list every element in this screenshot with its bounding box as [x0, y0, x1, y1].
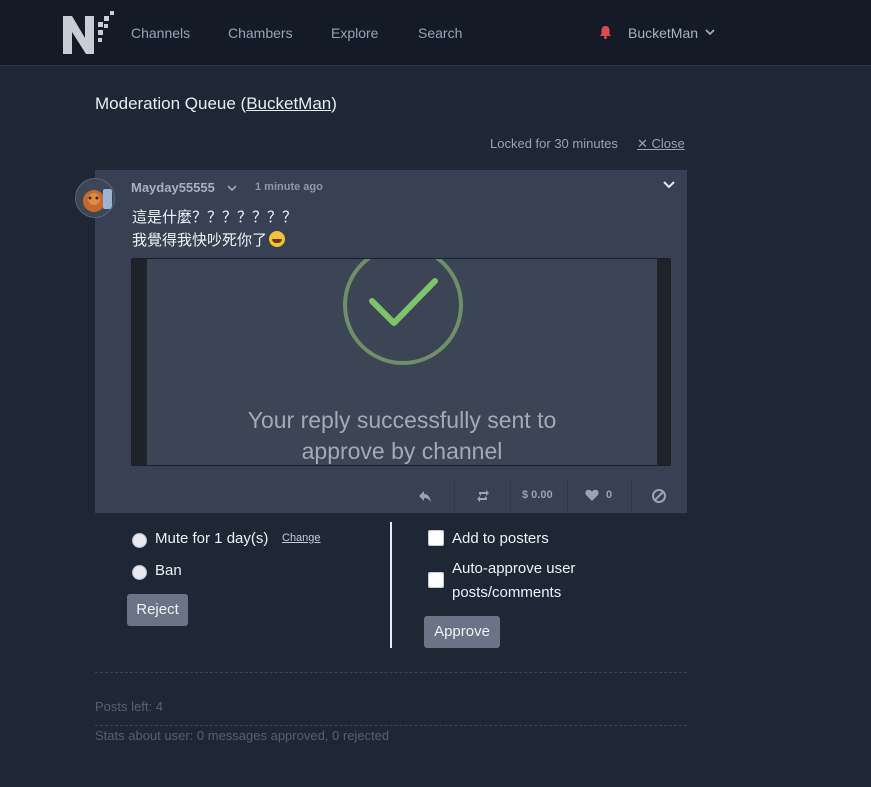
post-text-line-1: 這是什麼？？？？？？？: [132, 208, 298, 226]
notification-bell-icon[interactable]: [599, 25, 612, 39]
nav-explore[interactable]: Explore: [331, 25, 378, 41]
block-icon[interactable]: [651, 488, 667, 504]
image-text-line-2: approve by channel: [301, 438, 503, 464]
change-mute-duration-link[interactable]: Change: [282, 532, 321, 544]
reject-button[interactable]: Reject: [127, 594, 188, 626]
avatar-image: [76, 179, 114, 217]
post-menu-chevron-icon[interactable]: [662, 180, 676, 190]
nav-search[interactable]: Search: [418, 25, 462, 41]
success-check-icon: [343, 259, 463, 365]
lock-status: Locked for 30 minutes: [490, 136, 618, 151]
reply-icon[interactable]: [417, 487, 433, 505]
post-image-content: Your reply successfully sent to approve …: [147, 259, 657, 465]
mute-label: Mute for 1 day(s): [155, 530, 269, 547]
post-text-line-2: 我覺得我快吵死你了: [132, 229, 286, 250]
options-divider: [390, 522, 392, 648]
add-to-posters-label: Add to posters: [452, 530, 549, 547]
auto-approve-checkbox[interactable]: [428, 572, 444, 588]
user-stats: Stats about user: 0 messages approved, 0…: [95, 728, 390, 743]
author-chevron-down-icon[interactable]: [227, 184, 237, 192]
image-text-line-1: Your reply successfully sent to: [247, 407, 557, 433]
laughing-emoji-icon: [269, 231, 286, 247]
action-separator: [510, 478, 511, 514]
posts-left: Posts left: 4: [95, 699, 163, 714]
nav-channels[interactable]: Channels: [131, 25, 190, 41]
user-menu-name[interactable]: BucketMan: [628, 25, 698, 41]
nav-chambers[interactable]: Chambers: [228, 25, 293, 41]
mute-radio[interactable]: [132, 533, 147, 548]
ban-radio[interactable]: [132, 565, 147, 580]
divider: [95, 725, 687, 726]
close-button[interactable]: ✕ Close: [637, 136, 685, 152]
avatar[interactable]: [75, 178, 115, 218]
post-text-line-2-text: 我覺得我快吵死你了: [132, 231, 268, 249]
post-image[interactable]: Your reply successfully sent to approve …: [131, 258, 671, 466]
title-prefix: Moderation Queue (: [95, 94, 247, 113]
top-nav: Channels Chambers Explore Search BucketM…: [0, 0, 871, 66]
post-author[interactable]: Mayday55555: [131, 180, 215, 195]
ban-label: Ban: [155, 562, 182, 579]
tip-amount[interactable]: $ 0.00: [522, 489, 553, 507]
approve-button[interactable]: Approve: [424, 616, 500, 648]
page-title: Moderation Queue (BucketMan): [95, 94, 337, 114]
chevron-down-icon[interactable]: [705, 27, 715, 37]
title-suffix: ): [331, 94, 337, 113]
add-to-posters-checkbox[interactable]: [428, 530, 444, 546]
action-separator: [454, 478, 455, 514]
action-separator: [567, 478, 568, 514]
title-user-link[interactable]: BucketMan: [246, 94, 331, 113]
auto-approve-label-line-1: Auto-approve user: [452, 560, 576, 577]
heart-icon[interactable]: [585, 489, 599, 502]
app-logo[interactable]: [60, 8, 114, 58]
divider: [95, 672, 687, 673]
post-timestamp[interactable]: 1 minute ago: [255, 181, 323, 193]
repost-icon[interactable]: [476, 487, 490, 505]
auto-approve-label-line-2: posts/comments: [452, 584, 562, 601]
action-separator: [631, 478, 632, 514]
like-count: 0: [606, 489, 613, 501]
